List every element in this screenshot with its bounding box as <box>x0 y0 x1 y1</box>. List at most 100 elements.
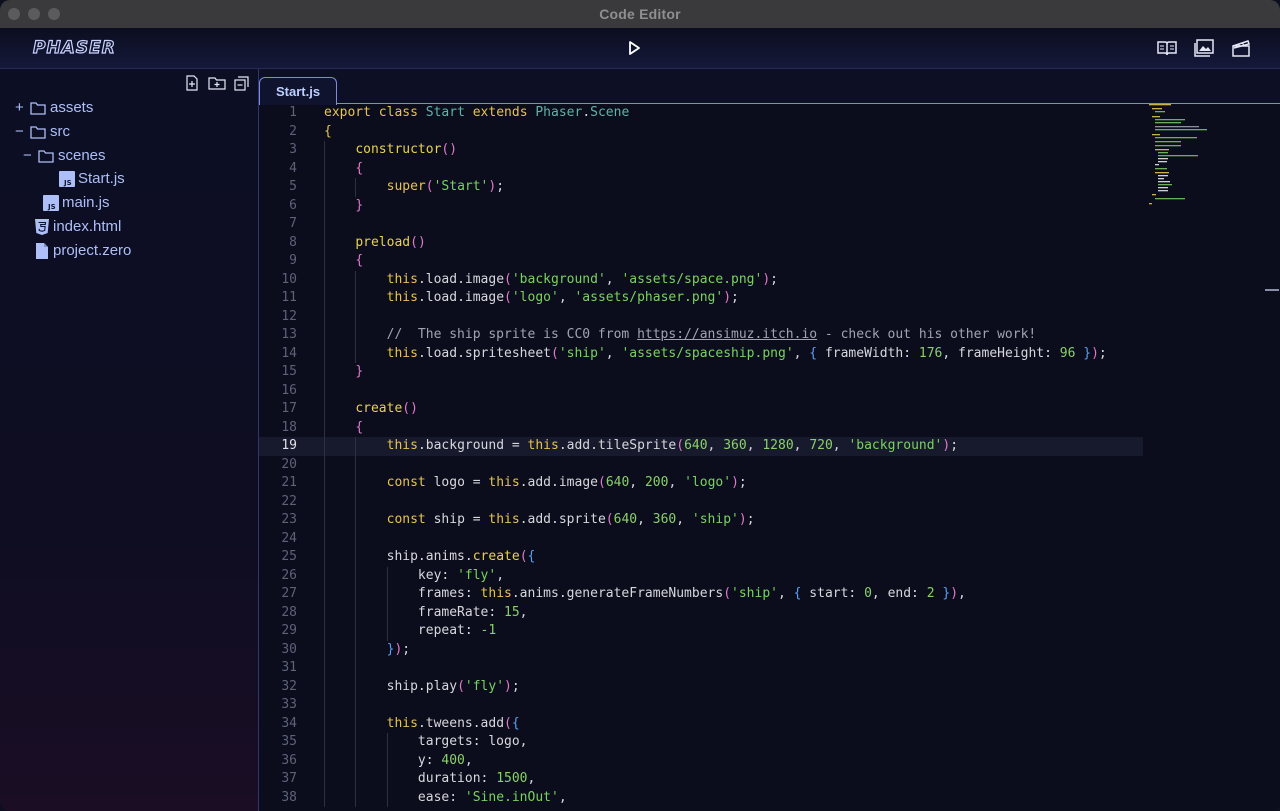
code-line[interactable]: 29 repeat: -1 <box>259 622 1139 641</box>
line-number: 14 <box>281 345 297 361</box>
code-line[interactable]: 3 constructor() <box>259 141 1139 160</box>
line-number: 36 <box>281 752 297 768</box>
line-number: 37 <box>281 771 297 786</box>
code-line[interactable]: 30 }); <box>259 641 1139 660</box>
code-line[interactable]: 8 preload() <box>259 234 1139 253</box>
code-line[interactable]: 37 duration: 1500, <box>259 770 1139 789</box>
line-number: 24 <box>281 530 297 546</box>
tab-start-js[interactable]: Start.js <box>259 77 337 105</box>
new-file-icon[interactable] <box>184 75 200 91</box>
collapse-toggle[interactable]: − <box>23 145 32 167</box>
tree-item-main-js[interactable]: JS main.js <box>0 192 258 214</box>
code-text: const logo = this.add.image(640, 200, 'l… <box>386 475 747 490</box>
tree-item-assets[interactable]: + assets <box>0 97 258 119</box>
line-number: 22 <box>281 493 297 509</box>
code-text: { <box>355 419 364 435</box>
scrollbar-thumb[interactable] <box>1265 289 1279 291</box>
collapse-all-icon[interactable] <box>234 75 250 91</box>
code-line[interactable]: 5 super('Start'); <box>259 178 1139 197</box>
line-number: 10 <box>281 271 297 287</box>
code-line[interactable]: 15 } <box>259 363 1139 382</box>
tree-item-scenes[interactable]: − scenes <box>0 145 258 167</box>
code-text: this.load.image('background', 'assets/sp… <box>386 271 778 287</box>
code-text: }); <box>386 641 411 657</box>
code-line[interactable]: 18 { <box>259 419 1139 438</box>
code-area[interactable]: 1 export class Start extends Phaser.Scene… <box>259 104 1280 811</box>
code-line[interactable]: 21 const logo = this.add.image(640, 200,… <box>259 474 1139 493</box>
tree-item-label: project.zero <box>53 242 132 259</box>
code-line[interactable]: 31 <box>259 659 1139 678</box>
code-line[interactable]: 22 <box>259 493 1139 512</box>
new-folder-icon[interactable] <box>208 75 226 91</box>
code-line[interactable]: 19 this.background = this.add.tileSprite… <box>259 437 1143 456</box>
line-number: 6 <box>289 197 297 213</box>
tree-item-label: Start.js <box>78 170 125 187</box>
code-line[interactable]: 10 this.load.image('background', 'assets… <box>259 271 1139 290</box>
line-number: 25 <box>281 549 297 564</box>
tree-item-src[interactable]: − src <box>0 121 258 143</box>
code-text: const ship = this.add.sprite(640, 360, '… <box>386 512 755 527</box>
code-line[interactable]: 7 <box>259 215 1139 234</box>
code-text: frames: this.anims.generateFrameNumbers(… <box>324 586 966 601</box>
line-number: 27 <box>281 586 297 601</box>
line-number: 16 <box>281 382 297 398</box>
line-number: 17 <box>281 401 297 416</box>
code-line[interactable]: 6 } <box>259 197 1139 216</box>
tree-item-index-html[interactable]: index.html <box>0 216 258 238</box>
line-number: 20 <box>281 456 297 472</box>
play-icon[interactable] <box>622 36 646 60</box>
window-title: Code Editor <box>599 6 681 22</box>
code-line[interactable]: 27 frames: this.anims.generateFrameNumbe… <box>259 585 1139 604</box>
code-line[interactable]: 32 ship.play('fly'); <box>259 678 1139 697</box>
code-line[interactable]: 35 targets: logo, <box>259 733 1139 752</box>
code-line[interactable]: 9 { <box>259 252 1139 271</box>
tree-item-project-zero[interactable]: project.zero <box>0 240 258 262</box>
code-line[interactable]: 11 this.load.image('logo', 'assets/phase… <box>259 289 1139 308</box>
code-line[interactable]: 34 this.tweens.add({ <box>259 715 1139 734</box>
code-text: this.tweens.add({ <box>386 715 520 731</box>
tree-item-label: main.js <box>62 194 110 211</box>
folder-icon <box>38 148 54 170</box>
code-line[interactable]: 38 ease: 'Sine.inOut', <box>259 789 1139 808</box>
images-icon[interactable] <box>1193 38 1215 58</box>
code-line[interactable]: 26 key: 'fly', <box>259 567 1139 586</box>
book-icon[interactable] <box>1156 38 1178 58</box>
editor-tab-bar: Start.js <box>259 69 1280 105</box>
code-text: { <box>355 160 364 176</box>
line-number: 4 <box>289 160 297 176</box>
title-bar: Code Editor <box>0 0 1280 28</box>
line-number: 28 <box>281 604 297 620</box>
line-number: 9 <box>289 253 297 268</box>
clapperboard-icon[interactable] <box>1230 38 1252 58</box>
code-text: { <box>324 123 332 139</box>
tree-item-start-js[interactable]: JS Start.js <box>0 168 258 190</box>
code-line[interactable]: 36 y: 400, <box>259 752 1139 771</box>
line-number: 7 <box>289 216 297 231</box>
code-line[interactable]: 23 const ship = this.add.sprite(640, 360… <box>259 511 1139 530</box>
code-line[interactable]: 28 frameRate: 15, <box>259 604 1139 623</box>
code-line[interactable]: 25 ship.anims.create({ <box>259 548 1139 567</box>
minimap[interactable] <box>1149 104 1209 214</box>
code-line[interactable]: 24 <box>259 530 1139 549</box>
code-line[interactable]: 13 // The ship sprite is CC0 from https:… <box>259 326 1139 345</box>
line-number: 3 <box>289 142 297 157</box>
code-line[interactable]: 1 export class Start extends Phaser.Scene <box>259 104 1139 123</box>
app-window: Code Editor PHASER + assets − src − scen… <box>0 0 1280 811</box>
code-text: create() <box>355 401 418 416</box>
code-line[interactable]: 2{ <box>259 123 1139 142</box>
code-line[interactable]: 33 <box>259 696 1139 715</box>
code-line[interactable]: 20 <box>259 456 1139 475</box>
code-line[interactable]: 17 create() <box>259 400 1139 419</box>
code-text: } <box>355 197 364 213</box>
collapse-toggle[interactable]: − <box>15 121 24 143</box>
code-text: repeat: -1 <box>324 623 497 638</box>
expand-toggle[interactable]: + <box>15 97 24 119</box>
code-line[interactable]: 14 this.load.spritesheet('ship', 'assets… <box>259 345 1139 364</box>
folder-icon <box>30 124 46 146</box>
code-text: { <box>355 253 364 268</box>
code-text: key: 'fly', <box>324 567 505 583</box>
code-line[interactable]: 12 <box>259 308 1139 327</box>
code-line[interactable]: 4 { <box>259 160 1139 179</box>
code-line[interactable]: 16 <box>259 382 1139 401</box>
js-file-icon: JS <box>43 195 59 218</box>
